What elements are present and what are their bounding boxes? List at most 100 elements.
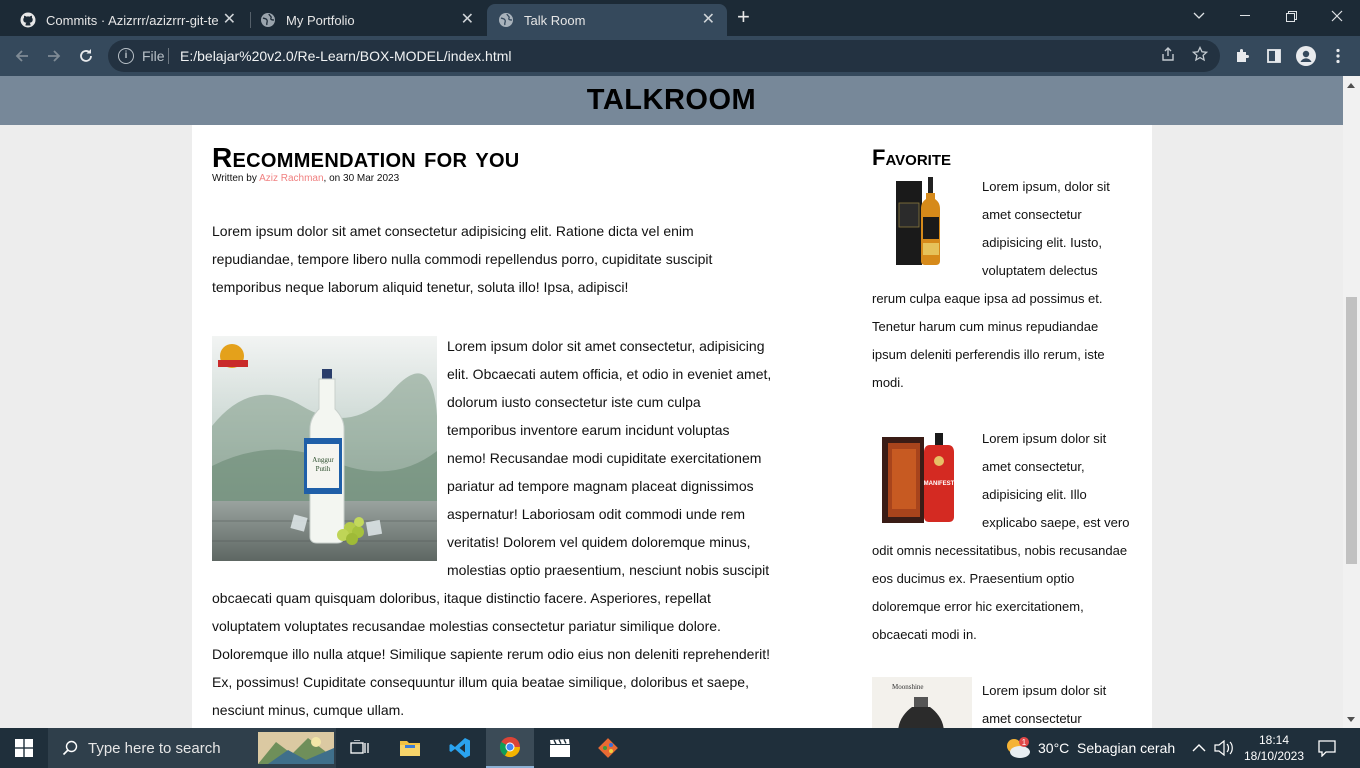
- clapperboard-icon: [550, 739, 570, 757]
- clock-date: 18/10/2023: [1243, 749, 1305, 763]
- address-divider: [168, 48, 169, 64]
- close-tab-icon[interactable]: ✕: [702, 12, 715, 28]
- task-view-button[interactable]: [336, 728, 384, 768]
- browser-tab-strip: Commits · Azizrrr/azizrrr-git-test ✕ My …: [0, 0, 1360, 36]
- start-button[interactable]: [0, 728, 48, 768]
- arrow-left-icon: [15, 50, 28, 62]
- minimize-button[interactable]: [1222, 0, 1268, 32]
- globe-icon: [498, 12, 514, 28]
- article-title: Recommendation for you: [212, 142, 520, 173]
- notifications-button[interactable]: [1318, 728, 1336, 768]
- reload-icon: [80, 49, 92, 62]
- show-hidden-icons-button[interactable]: [1192, 728, 1206, 768]
- bookmark-star-icon[interactable]: [1191, 45, 1209, 67]
- back-button[interactable]: [10, 44, 34, 68]
- site-header: TALKROOM: [0, 76, 1343, 125]
- weather-badge: 1: [1022, 738, 1027, 747]
- vertical-scrollbar[interactable]: [1343, 76, 1360, 728]
- forward-button[interactable]: [42, 44, 66, 68]
- weather-widget[interactable]: 1 30°C Sebagian cerah: [1004, 728, 1175, 768]
- article-paragraph-2-block: Anggur Putih Lorem ipsum dolor sit amet …: [212, 332, 772, 724]
- github-icon: [20, 12, 36, 28]
- favorite-item: Lorem ipsum, dolor sit amet consectetur …: [872, 173, 1130, 397]
- vscode-icon: [449, 738, 470, 758]
- site-title: TALKROOM: [586, 84, 757, 116]
- chevron-up-icon: [1192, 744, 1206, 752]
- favorite-item: MANIFEST Lorem ipsum dolor sit amet cons…: [872, 425, 1130, 649]
- author-link[interactable]: Aziz Rachman: [259, 173, 323, 184]
- side-panel-icon[interactable]: [1262, 44, 1286, 68]
- thumb-label: MANIFEST: [924, 481, 955, 487]
- url-text[interactable]: E:/belajar%20v2.0/Re-Learn/BOX-MODEL/ind…: [180, 48, 511, 64]
- reload-button[interactable]: [74, 44, 98, 68]
- thumb-label: Moonshine: [892, 683, 924, 691]
- address-bar[interactable]: i File E:/belajar%20v2.0/Re-Learn/BOX-MO…: [108, 40, 1220, 72]
- tab-title: Commits · Azizrrr/azizrrr-git-test: [46, 12, 218, 28]
- minimize-icon: [1240, 15, 1250, 16]
- chrome-icon: [499, 736, 521, 758]
- tab-title: Talk Room: [524, 12, 586, 28]
- search-placeholder: Type here to search: [88, 739, 221, 757]
- tab-title: My Portfolio: [286, 12, 355, 28]
- sidebar-favorite: Favorite Lorem ipsum, dolor sit amet con…: [872, 125, 1130, 728]
- speaker-icon: [1214, 740, 1233, 756]
- meta-prefix: Written by: [212, 173, 257, 184]
- article-paragraph-1: Lorem ipsum dolor sit amet consectetur a…: [212, 223, 713, 295]
- restore-icon: [1285, 10, 1297, 22]
- globe-icon: [260, 12, 276, 28]
- folder-icon: [400, 741, 420, 756]
- article-meta: Written by Aziz Rachman, on 30 Mar 2023: [212, 173, 772, 184]
- scroll-up-arrow-icon[interactable]: [1347, 83, 1355, 88]
- info-icon[interactable]: i: [118, 48, 134, 64]
- file-explorer-button[interactable]: [386, 728, 434, 768]
- content-container: Recommendation for you Written by Aziz R…: [192, 125, 1152, 728]
- weather-text: 30°C Sebagian cerah: [1038, 740, 1176, 756]
- page-viewport: TALKROOM Recommendation for you Written …: [0, 76, 1343, 728]
- clock-time: 18:14: [1258, 733, 1290, 747]
- close-icon: [1331, 10, 1343, 22]
- scrollbar-thumb[interactable]: [1346, 297, 1357, 564]
- favorite-item-text: Lorem ipsum dolor sit amet consectetur: [982, 683, 1107, 726]
- volume-button[interactable]: [1214, 728, 1234, 768]
- tab-my-portfolio[interactable]: My Portfolio ✕: [250, 4, 486, 36]
- clipchamp-button[interactable]: [536, 728, 584, 768]
- whisky-thumbnail: [872, 173, 972, 273]
- liqueur-thumbnail: MANIFEST: [872, 425, 972, 525]
- browser-toolbar: i File E:/belajar%20v2.0/Re-Learn/BOX-MO…: [0, 36, 1360, 76]
- search-highlight-image: [258, 732, 334, 764]
- close-tab-icon[interactable]: ✕: [461, 12, 474, 28]
- partly-cloudy-icon: 1: [1007, 737, 1030, 758]
- clock[interactable]: 18:14 18/10/2023: [1240, 728, 1308, 768]
- tab-commits[interactable]: Commits · Azizrrr/azizrrr-git-test ✕: [8, 4, 248, 36]
- tab-search-button[interactable]: [1176, 0, 1222, 32]
- vscode-button[interactable]: [436, 728, 484, 768]
- extensions-icon[interactable]: [1230, 44, 1254, 68]
- moonshine-thumbnail: Moonshine: [872, 677, 972, 728]
- taskbar-search-box[interactable]: Type here to search: [48, 728, 336, 768]
- chevron-down-icon: [1193, 12, 1205, 19]
- favorite-item: Moonshine Lorem ipsum dolor sit amet con…: [872, 677, 1130, 728]
- git-app-button[interactable]: [584, 728, 632, 768]
- profile-avatar-icon[interactable]: [1294, 44, 1318, 68]
- article: Recommendation for you Written by Aziz R…: [212, 125, 772, 724]
- svg-text:Putih: Putih: [316, 465, 331, 473]
- close-tab-icon[interactable]: ✕: [223, 12, 236, 28]
- sidebar-title: Favorite: [872, 145, 951, 170]
- share-icon[interactable]: [1160, 46, 1176, 67]
- chrome-button[interactable]: [486, 728, 534, 768]
- notification-icon: [1318, 740, 1336, 757]
- bottle-product-image: Anggur Putih: [212, 336, 437, 561]
- restore-button[interactable]: [1268, 0, 1314, 32]
- close-window-button[interactable]: [1314, 0, 1360, 32]
- git-gui-icon: [598, 738, 618, 758]
- arrow-right-icon: [48, 50, 61, 62]
- windows-taskbar: Type here to search 1 30°C Sebagian cera…: [0, 728, 1360, 768]
- search-icon: [62, 740, 78, 756]
- tab-talk-room[interactable]: Talk Room ✕: [487, 4, 727, 36]
- menu-kebab-icon[interactable]: [1326, 44, 1350, 68]
- scheme-label: File: [142, 48, 165, 64]
- svg-text:Anggur: Anggur: [312, 456, 334, 464]
- scroll-down-arrow-icon[interactable]: [1347, 717, 1355, 722]
- meta-date: , on 30 Mar 2023: [323, 173, 400, 184]
- new-tab-button[interactable]: +: [737, 6, 750, 28]
